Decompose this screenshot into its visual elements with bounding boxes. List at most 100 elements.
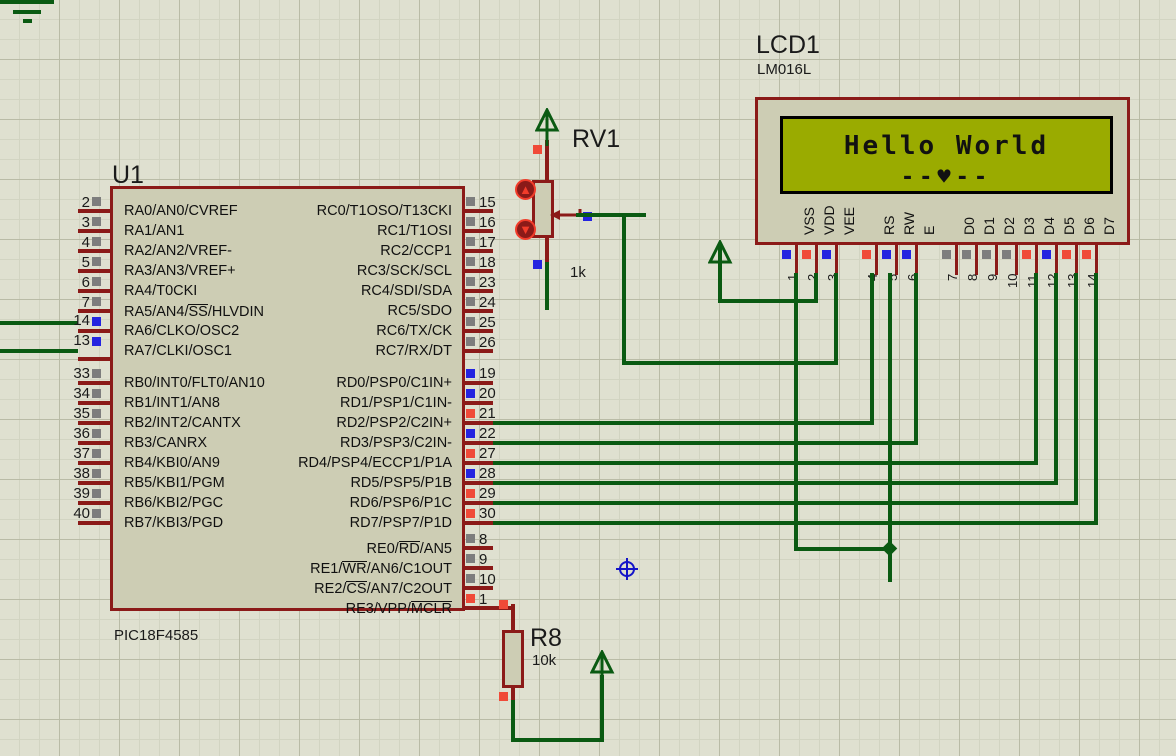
- mcu-pin-number-39: 39: [73, 485, 90, 502]
- mcu-pin-state-29: [466, 489, 475, 498]
- mcu-pin-number-13: 13: [73, 332, 90, 349]
- mcu-pin-state-10: [466, 574, 475, 583]
- wire-wiper-v[interactable]: [622, 213, 626, 365]
- mcu-pin-label-rc4: RC4/SDI/SDA: [360, 283, 452, 299]
- lcd-body[interactable]: Hello World --♥-- VSS VDD VEE RS RW E D0…: [755, 97, 1130, 245]
- mcu-pin-state-13: [92, 337, 101, 346]
- wire-d5-v[interactable]: [1054, 273, 1058, 485]
- lcd-pin-stub-3[interactable]: [835, 245, 838, 275]
- lcd-pin-label-vdd: VDD: [821, 205, 837, 235]
- lcd-pin-stub-4[interactable]: [875, 245, 878, 275]
- lcd-pin-stub-2[interactable]: [815, 245, 818, 275]
- mcu-pin-label-rc5: RC5/SDO: [387, 303, 452, 319]
- mcu-pin-state-15: [466, 197, 475, 206]
- wire-osc1-left[interactable]: [0, 349, 78, 353]
- mcu-pin-label-ra7: RA7/CLKI/OSC1: [124, 343, 232, 359]
- wire-pot-to-gnd[interactable]: [545, 262, 549, 310]
- lcd-pin-stub-5[interactable]: [895, 245, 898, 275]
- mcu-pin-number-6: 6: [81, 274, 90, 291]
- mcu-pin-stub-9[interactable]: [463, 566, 493, 570]
- wire-d5-h[interactable]: [493, 481, 1058, 485]
- mcu-pin-state-23: [466, 277, 475, 286]
- wire-d4-h[interactable]: [493, 461, 1038, 465]
- resistor-body[interactable]: [502, 630, 524, 688]
- lcd-pin-stub-8[interactable]: [975, 245, 978, 275]
- pot-increase-button[interactable]: ▲: [515, 179, 536, 200]
- vcc-symbol-r8: [589, 648, 615, 688]
- wire-r8-right[interactable]: [511, 738, 604, 742]
- mcu-pin-number-23: 23: [479, 274, 496, 291]
- resistor-pin-state-top: [499, 600, 508, 609]
- lcd-pin-stub-7[interactable]: [955, 245, 958, 275]
- mcu-pin-number-38: 38: [73, 465, 90, 482]
- mcu-pin-number-15: 15: [479, 194, 496, 211]
- power-arrow-icon: [589, 648, 615, 688]
- lcd-pin-state-4: [862, 250, 871, 259]
- lcd-pin-stub-12[interactable]: [1055, 245, 1058, 275]
- mcu-pin-stub-8[interactable]: [463, 546, 493, 550]
- wire-r8-down[interactable]: [511, 700, 515, 742]
- power-arrow-icon: [707, 238, 733, 270]
- wire-wiper-h1[interactable]: [576, 213, 646, 217]
- lcd-pin-stub-11[interactable]: [1035, 245, 1038, 275]
- lcd-pin-state-3: [822, 250, 831, 259]
- lcd-pin-label-d1: D1: [981, 217, 997, 235]
- mcu-pin-label-ra3: RA3/AN3/VREF+: [124, 263, 236, 279]
- wire-d6-v[interactable]: [1074, 273, 1078, 505]
- wire-wiper-h2[interactable]: [622, 361, 838, 365]
- mcu-pin-number-10: 10: [479, 571, 496, 588]
- mcu-pin-number-37: 37: [73, 445, 90, 462]
- wire-gnd-h[interactable]: [794, 547, 890, 551]
- mcu-pin-label-ra2: RA2/AN2/VREF-: [124, 243, 232, 259]
- lcd-reference: LCD1: [756, 31, 820, 59]
- lcd-pin-state-5: [882, 250, 891, 259]
- schematic-canvas[interactable]: U1 PIC18F4585 RA0/AN0/CVREF RA1/AN1 RA2/…: [0, 0, 1176, 756]
- mcu-pin-number-17: 17: [479, 234, 496, 251]
- lcd-pin-stub-9[interactable]: [995, 245, 998, 275]
- lcd-pin-state-12: [1042, 250, 1051, 259]
- lcd-pin-state-7: [942, 250, 951, 259]
- vcc-symbol-lcd: [707, 238, 733, 276]
- wire-e-v[interactable]: [914, 273, 918, 445]
- resistor-top-lead[interactable]: [511, 604, 515, 632]
- pot-value: 1k: [570, 264, 586, 281]
- lcd-line-1: Hello World: [843, 131, 1050, 161]
- wire-vee-down[interactable]: [834, 273, 838, 365]
- lcd-pin-stub-1[interactable]: [795, 245, 798, 275]
- mcu-pin-label-ra4: RA4/T0CKI: [124, 283, 198, 299]
- resistor-reference: R8: [530, 624, 562, 652]
- pot-decrease-button[interactable]: ▼: [515, 219, 536, 240]
- wire-rs-h[interactable]: [493, 421, 874, 425]
- lcd-pin-stub-6[interactable]: [915, 245, 918, 275]
- wire-gnd-stem[interactable]: [888, 549, 892, 582]
- lcd-pin-label-d5: D5: [1061, 217, 1077, 235]
- wire-e-h[interactable]: [493, 441, 918, 445]
- wire-vss-down[interactable]: [794, 273, 798, 551]
- wire-rw-down[interactable]: [888, 273, 892, 551]
- wire-d6-h[interactable]: [493, 501, 1078, 505]
- mcu-pin-number-34: 34: [73, 385, 90, 402]
- mcu-pin-stub-13[interactable]: [78, 357, 110, 361]
- mcu-pin-number-21: 21: [479, 405, 496, 422]
- mcu-pin-number-40: 40: [73, 505, 90, 522]
- mcu-pin-number-3: 3: [81, 214, 90, 231]
- mcu-pin-state-26: [466, 337, 475, 346]
- mcu-pin-state-14: [92, 317, 101, 326]
- mcu-reference: U1: [112, 161, 144, 189]
- wire-vdd-left[interactable]: [718, 299, 818, 303]
- lcd-pin-stub-14[interactable]: [1095, 245, 1098, 275]
- lcd-pin-state-11: [1022, 250, 1031, 259]
- wire-rs-v[interactable]: [870, 273, 874, 425]
- mcu-pin-label-rd3: RD3/PSP3/C2IN-: [339, 435, 452, 451]
- vcc-symbol-rv1: [534, 106, 560, 146]
- lcd-pin-stub-13[interactable]: [1075, 245, 1078, 275]
- mcu-pin-state-35: [92, 409, 101, 418]
- wire-d4-v[interactable]: [1034, 273, 1038, 465]
- mcu-pin-label-rb6: RB6/KBI2/PGC: [124, 495, 224, 511]
- lcd-pin-stub-10[interactable]: [1015, 245, 1018, 275]
- wire-d7-h[interactable]: [493, 521, 1098, 525]
- mcu-pin-number-7: 7: [81, 294, 90, 311]
- lcd-pin-state-14: [1082, 250, 1091, 259]
- wire-d7-v[interactable]: [1094, 273, 1098, 525]
- mcu-pin-state-6: [92, 277, 101, 286]
